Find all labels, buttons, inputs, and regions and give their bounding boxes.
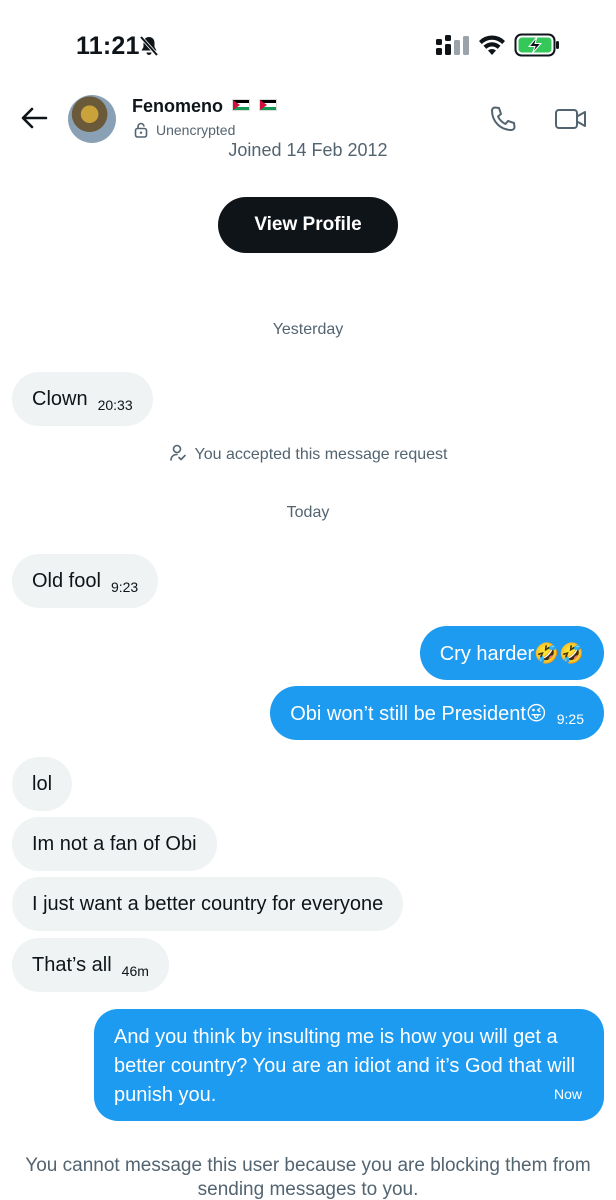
- message-incoming[interactable]: Clown 20:33: [12, 372, 153, 426]
- flag-icon: [259, 99, 278, 111]
- message-time: 46m: [121, 963, 149, 979]
- bell-off-icon: [139, 35, 159, 57]
- person-check-icon: [169, 444, 186, 461]
- signal-icon: [436, 35, 469, 55]
- contact-name: Fenomeno: [132, 96, 224, 116]
- message-time: 9:25: [556, 711, 584, 727]
- wifi-icon: [479, 35, 505, 55]
- message-time: 9:23: [110, 579, 139, 595]
- message-outgoing[interactable]: And you think by insulting me is how you…: [94, 1009, 604, 1121]
- message-text: And you think by insulting me is how you…: [114, 1026, 576, 1106]
- lock-icon: [134, 122, 148, 138]
- avatar[interactable]: [68, 95, 116, 143]
- battery-charging-icon: [514, 33, 559, 57]
- message-incoming[interactable]: Im not a fan of Obi: [12, 817, 217, 871]
- message-incoming[interactable]: I just want a better country for everyon…: [12, 877, 404, 931]
- message-incoming[interactable]: That’s all 46m: [12, 938, 169, 992]
- message-text: That’s all: [32, 953, 112, 976]
- message-text: lol: [32, 772, 53, 795]
- day-separator-today: Today: [286, 504, 330, 521]
- status-bar: 11:21: [0, 0, 616, 92]
- status-time: 11:21: [76, 32, 140, 60]
- encryption-status: Unencrypted: [156, 122, 236, 138]
- message-time: 20:33: [97, 397, 133, 413]
- notice-text: You accepted this message request: [194, 446, 448, 463]
- message-text: Old fool: [32, 569, 101, 592]
- message-text: Cry harder🤣🤣: [439, 642, 584, 665]
- flag-icon: [232, 99, 251, 111]
- message-outgoing[interactable]: Cry harder🤣🤣: [419, 626, 604, 680]
- video-icon[interactable]: [554, 106, 588, 132]
- message-incoming[interactable]: Old fool 9:23: [12, 554, 159, 608]
- message-time: Now: [553, 1086, 582, 1102]
- message-text: Clown: [32, 387, 88, 410]
- message-text: Obi won’t still be President😜: [290, 702, 547, 725]
- message-text: I just want a better country for everyon…: [32, 892, 384, 915]
- blocked-notice: You cannot message this user because you…: [25, 1155, 591, 1200]
- back-arrow-icon[interactable]: [20, 106, 48, 130]
- message-text: Im not a fan of Obi: [32, 832, 197, 855]
- request-accepted-notice: You accepted this message request: [0, 444, 616, 464]
- joined-date: Joined 14 Feb 2012: [228, 142, 388, 160]
- message-outgoing[interactable]: Obi won’t still be President😜 9:25: [270, 686, 604, 740]
- phone-icon[interactable]: [488, 104, 518, 134]
- contact-name-row[interactable]: Fenomeno: [132, 96, 278, 117]
- day-separator-yesterday: Yesterday: [272, 321, 344, 338]
- view-profile-button[interactable]: View Profile: [218, 197, 398, 253]
- message-incoming[interactable]: lol: [12, 757, 73, 811]
